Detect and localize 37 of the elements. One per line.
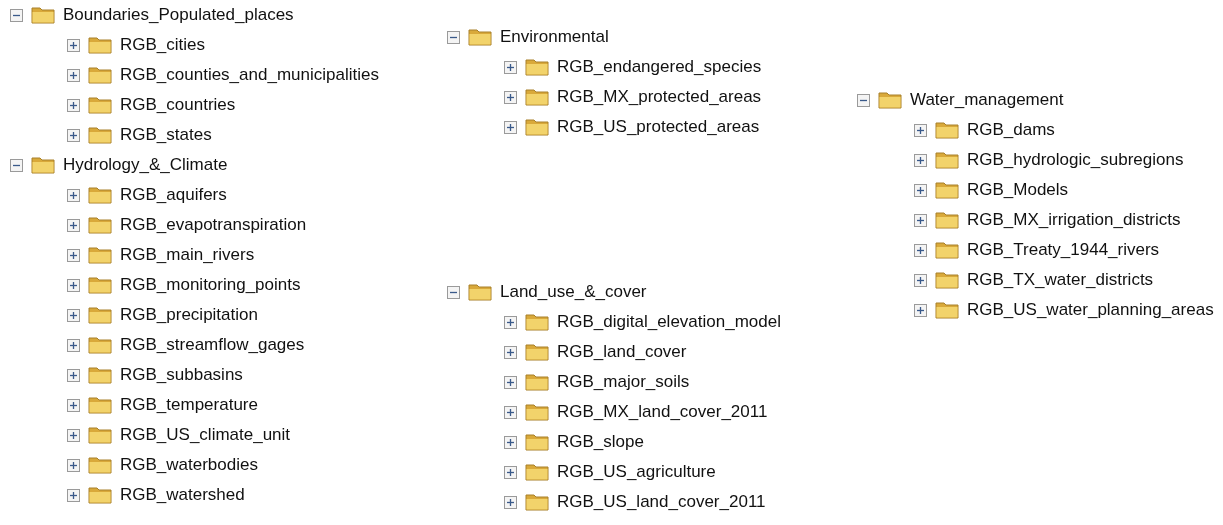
- folder-label[interactable]: RGB_major_soils: [557, 372, 690, 392]
- folder-label[interactable]: RGB_monitoring_points: [120, 275, 301, 295]
- folder-label[interactable]: RGB_aquifers: [120, 185, 227, 205]
- folder-label[interactable]: RGB_streamflow_gages: [120, 335, 305, 355]
- folder-label[interactable]: Hydrology_&_Climate: [63, 155, 228, 175]
- folder-label[interactable]: RGB_countries: [120, 95, 236, 115]
- folder-label[interactable]: RGB_precipitation: [120, 305, 258, 325]
- folder-label[interactable]: RGB_states: [120, 125, 212, 145]
- folder-label[interactable]: Environmental: [500, 27, 609, 47]
- folder-label[interactable]: RGB_digital_elevation_model: [557, 312, 781, 332]
- folder-label[interactable]: RGB_dams: [967, 120, 1055, 140]
- folder-label[interactable]: Land_use_&_cover: [500, 282, 647, 302]
- folder-label[interactable]: RGB_Models: [967, 180, 1069, 200]
- folder-label[interactable]: RGB_US_protected_areas: [557, 117, 760, 137]
- folder-label[interactable]: RGB_US_agriculture: [557, 462, 716, 482]
- folder-label[interactable]: RGB_main_rivers: [120, 245, 255, 265]
- folder-label[interactable]: RGB_Treaty_1944_rivers: [967, 240, 1160, 260]
- folder-label[interactable]: RGB_hydrologic_subregions: [967, 150, 1184, 170]
- folder-label[interactable]: RGB_subbasins: [120, 365, 243, 385]
- folder-label[interactable]: RGB_endangered_species: [557, 57, 762, 77]
- folder-label[interactable]: Water_management: [910, 90, 1064, 110]
- folder-label[interactable]: RGB_waterbodies: [120, 455, 258, 475]
- folder-label[interactable]: RGB_watershed: [120, 485, 245, 505]
- folder-label[interactable]: RGB_US_land_cover_2011: [557, 492, 766, 512]
- folder-label[interactable]: RGB_MX_irrigation_districts: [967, 210, 1181, 230]
- folder-label[interactable]: RGB_slope: [557, 432, 644, 452]
- folder-label[interactable]: RGB_MX_land_cover_2011: [557, 402, 768, 422]
- folder-label[interactable]: RGB_US_water_planning_areas: [967, 300, 1214, 320]
- folder-label[interactable]: RGB_TX_water_districts: [967, 270, 1154, 290]
- folder-label[interactable]: RGB_counties_and_municipalities: [120, 65, 379, 85]
- folder-label[interactable]: RGB_land_cover: [557, 342, 687, 362]
- folder-label[interactable]: RGB_US_climate_unit: [120, 425, 291, 445]
- folder-label[interactable]: RGB_cities: [120, 35, 206, 55]
- folder-label[interactable]: RGB_MX_protected_areas: [557, 87, 762, 107]
- folder-label[interactable]: RGB_evapotranspiration: [120, 215, 307, 235]
- folder-label[interactable]: RGB_temperature: [120, 395, 258, 415]
- folder-label[interactable]: Boundaries_Populated_places: [63, 5, 294, 25]
